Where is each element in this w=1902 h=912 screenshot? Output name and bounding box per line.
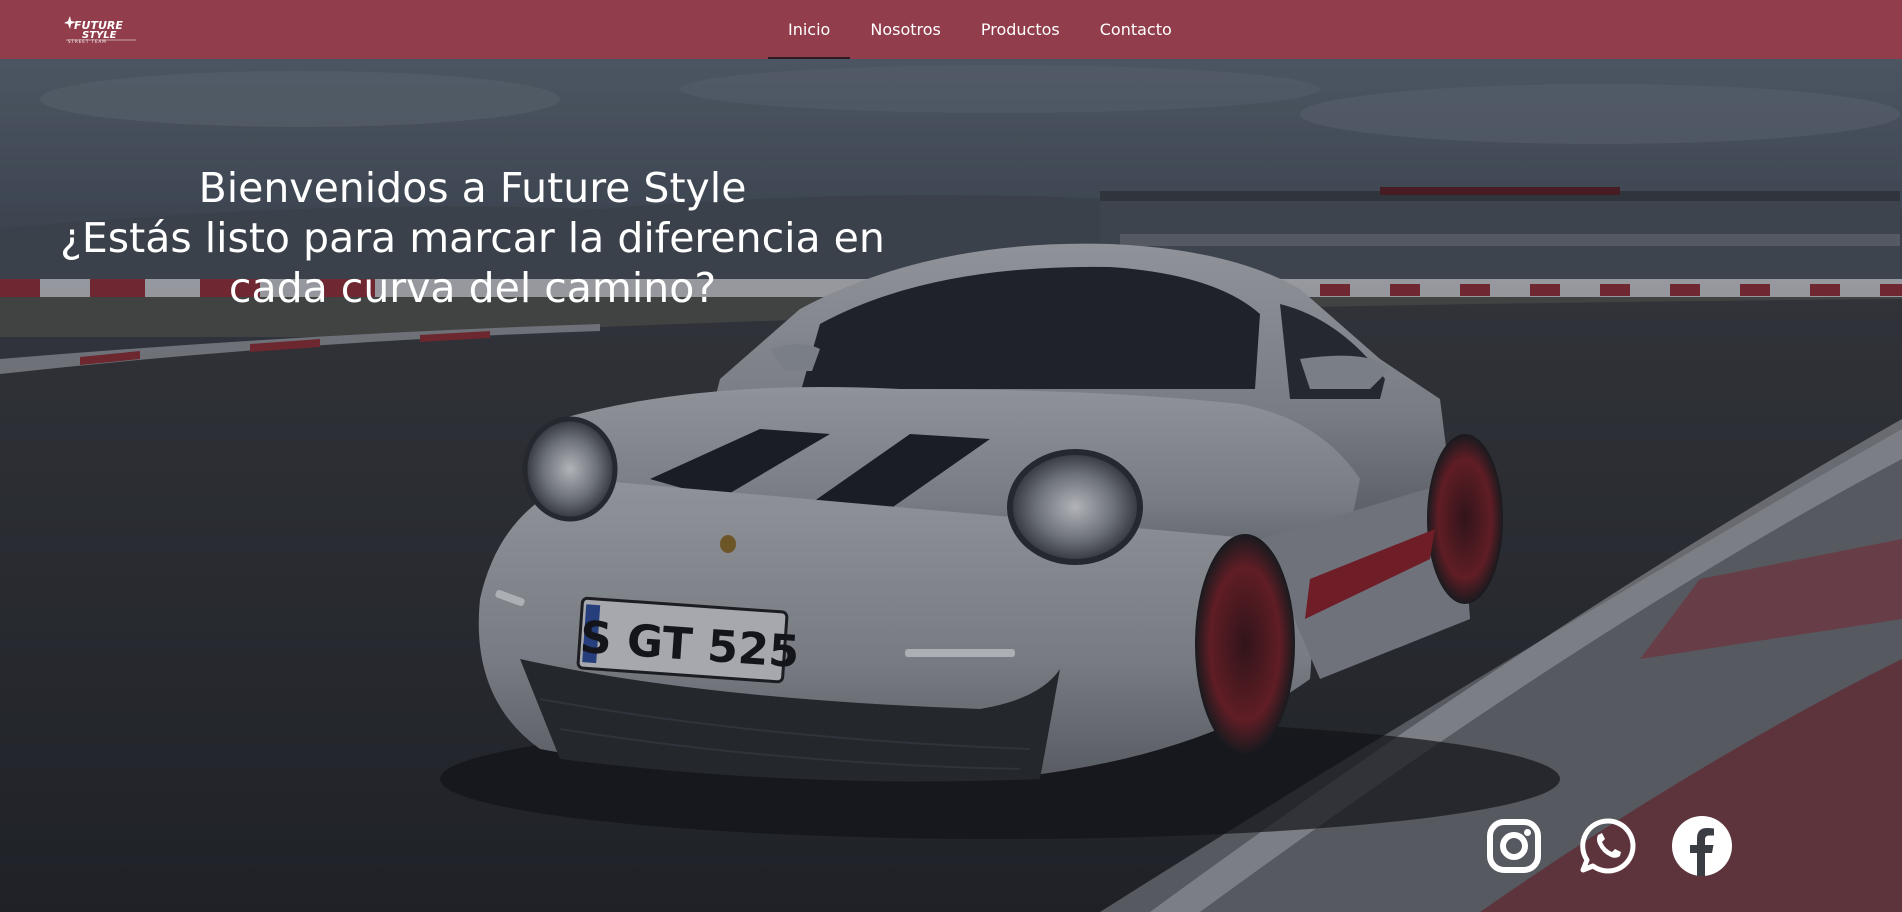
nav-nosotros-label: Nosotros [870, 20, 941, 39]
nav-productos-label: Productos [980, 20, 1060, 39]
page: FUTURE STYLE STREET TEAM Inicio Nosotros… [0, 0, 1902, 912]
nav-inicio-label: Inicio [788, 20, 831, 39]
nav-contacto-label: Contacto [1099, 20, 1172, 39]
hero-title-line2: ¿Estás listo para marcar la diferencia e… [60, 214, 885, 262]
facebook-icon [1672, 816, 1732, 876]
whatsapp-link[interactable] [1577, 815, 1639, 877]
hero-title-line3: cada curva del camino? [228, 264, 717, 312]
nav-inicio[interactable]: Inicio [768, 0, 851, 59]
facebook-link[interactable] [1671, 815, 1733, 877]
nav-contacto[interactable]: Contacto [1080, 0, 1192, 59]
top-navbar: FUTURE STYLE STREET TEAM Inicio Nosotros… [0, 0, 1902, 59]
instagram-icon [1487, 819, 1541, 873]
instagram-link[interactable] [1483, 815, 1545, 877]
hero-heading: Bienvenidos a Future Style ¿Estás listo … [60, 163, 885, 313]
main-nav: Inicio Nosotros Productos Contacto [768, 0, 1192, 59]
hero-section: S GT 525 Bienvenidos a Future Style ¿Est… [0, 59, 1902, 912]
nav-nosotros[interactable]: Nosotros [850, 0, 961, 59]
whatsapp-icon [1580, 818, 1636, 874]
nav-productos[interactable]: Productos [961, 0, 1080, 59]
hero-title-line1: Bienvenidos a Future Style [198, 164, 747, 212]
future-style-logo[interactable]: FUTURE STYLE STREET TEAM [60, 13, 140, 45]
